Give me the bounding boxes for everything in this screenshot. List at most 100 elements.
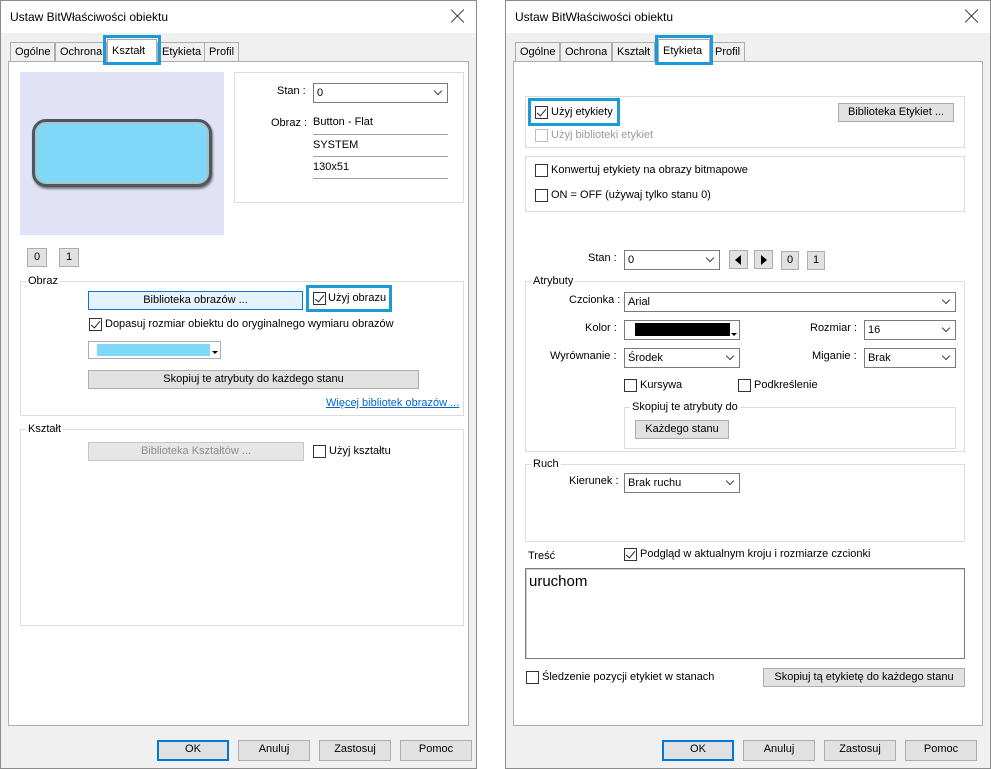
close-icon[interactable] [962, 6, 982, 26]
state-select[interactable]: 0 [624, 250, 720, 270]
color-swatch [97, 344, 210, 356]
state-0-button[interactable]: 0 [27, 248, 47, 267]
label-content-textarea[interactable]: uruchom [525, 568, 965, 659]
color-label: Kolor : [585, 322, 617, 334]
tab-general[interactable]: Ogólne [515, 42, 561, 61]
shape-library-button[interactable]: Biblioteka Kształtów ... [88, 442, 304, 461]
button-flat-preview [32, 119, 212, 187]
align-select[interactable]: Środek [624, 348, 740, 368]
size-label: Rozmiar : [810, 322, 858, 334]
divider [313, 156, 448, 157]
chevron-down-icon [941, 351, 951, 361]
divider [313, 178, 448, 179]
label-library-button[interactable]: Biblioteka Etykiet ... [838, 103, 954, 122]
ok-button[interactable]: OK [662, 740, 734, 761]
more-libraries-link[interactable]: Więcej bibliotek obrazów ... [326, 397, 459, 409]
ok-button[interactable]: OK [157, 740, 229, 761]
state-select[interactable]: 0 [313, 83, 448, 103]
right-dialog: Ustaw BitWłaściwości obiektu Ogólne Ochr… [505, 0, 991, 769]
previous-state-button[interactable] [729, 250, 748, 269]
image-library-button[interactable]: Biblioteka obrazów ... [88, 291, 303, 310]
use-label-text: Użyj etykiety [551, 106, 613, 118]
on-off-checkbox[interactable] [535, 189, 548, 202]
tab-label[interactable]: Etykieta [658, 39, 710, 62]
tab-general[interactable]: Ogólne [10, 42, 56, 61]
use-shape-checkbox[interactable] [313, 445, 326, 458]
image-info-box: Stan : 0 Obraz : Button - Flat SYSTEM 13… [234, 72, 464, 203]
left-titlebar: Ustaw BitWłaściwości obiektu [1, 1, 476, 33]
motion-group-title: Ruch [531, 458, 561, 470]
font-label: Czcionka : [569, 294, 621, 306]
underline-text: Podkreślenie [754, 379, 818, 391]
image-name: Button - Flat [313, 116, 373, 128]
obraz-label: Obraz : [271, 117, 308, 129]
italic-text: Kursywa [640, 379, 683, 391]
copy-attributes-title: Skopiuj te atrybuty do [630, 401, 740, 413]
use-label-checkbox[interactable] [535, 106, 548, 119]
tab-profile[interactable]: Profil [710, 42, 746, 61]
shape-group-title: Kształt [26, 423, 64, 435]
copy-label-button[interactable]: Skopiuj tą etykietę do każdego stanu [763, 668, 965, 687]
help-button[interactable]: Pomoc [905, 740, 977, 761]
left-dialog-title: Ustaw BitWłaściwości obiektu [10, 10, 169, 24]
arrow-left-icon [735, 255, 741, 265]
arrow-right-icon [761, 255, 767, 265]
blink-select-value: Brak [868, 352, 891, 364]
image-library-name: SYSTEM [313, 139, 359, 151]
use-label-library-checkbox[interactable] [535, 129, 548, 142]
apply-button[interactable]: Zastosuj [824, 740, 896, 761]
cancel-button[interactable]: Anuluj [238, 740, 310, 761]
state-0-button[interactable]: 0 [781, 251, 799, 270]
copy-attributes-button[interactable]: Skopiuj te atrybuty do każdego stanu [88, 370, 419, 389]
size-select[interactable]: 16 [864, 320, 956, 340]
blink-select[interactable]: Brak [864, 348, 956, 368]
size-select-value: 16 [868, 324, 881, 336]
chevron-down-icon [433, 86, 443, 96]
state-1-button[interactable]: 1 [807, 251, 825, 270]
left-tab-page: Stan : 0 Obraz : Button - Flat SYSTEM 13… [8, 61, 469, 726]
tab-protection[interactable]: Ochrona [55, 42, 108, 61]
help-button[interactable]: Pomoc [400, 740, 472, 761]
close-icon[interactable] [448, 6, 468, 26]
italic-checkbox[interactable] [624, 379, 637, 392]
convert-bitmap-checkbox[interactable] [535, 164, 548, 177]
direction-select-value: Brak ruchu [628, 477, 682, 489]
fit-size-checkbox[interactable] [89, 318, 102, 331]
on-off-text: ON = OFF (używaj tylko stanu 0) [551, 189, 711, 201]
tab-shape[interactable]: Kształt [612, 42, 656, 61]
next-state-button[interactable] [754, 250, 773, 269]
image-size: 130x51 [313, 161, 350, 173]
chevron-down-icon [725, 476, 735, 486]
tab-protection[interactable]: Ochrona [560, 42, 613, 61]
font-select[interactable]: Arial [624, 292, 956, 312]
align-label: Wyrównanie : [550, 350, 617, 362]
direction-select[interactable]: Brak ruchu [624, 473, 740, 493]
preview-font-checkbox[interactable] [624, 548, 637, 561]
apply-button[interactable]: Zastosuj [319, 740, 391, 761]
chevron-down-icon [725, 351, 735, 361]
state-1-button[interactable]: 1 [59, 248, 79, 267]
tab-label[interactable]: Etykieta [157, 42, 207, 61]
chevron-down-icon [941, 323, 951, 333]
font-color-select[interactable] [624, 320, 740, 340]
cancel-button[interactable]: Anuluj [743, 740, 815, 761]
tab-shape[interactable]: Kształt [107, 39, 157, 62]
color-swatch-select[interactable] [88, 341, 221, 359]
underline-checkbox[interactable] [738, 379, 751, 392]
chevron-down-icon [705, 253, 715, 263]
right-titlebar: Ustaw BitWłaściwości obiektu [506, 1, 990, 33]
tab-profile[interactable]: Profil [204, 42, 240, 61]
align-select-value: Środek [628, 352, 663, 364]
use-shape-label: Użyj kształtu [329, 445, 391, 457]
track-position-checkbox[interactable] [526, 671, 539, 684]
right-tab-page: Użyj etykiety Użyj biblioteki etykiet Bi… [513, 61, 983, 726]
right-dialog-title: Ustaw BitWłaściwości obiektu [515, 10, 674, 24]
use-image-checkbox[interactable] [313, 292, 326, 305]
chevron-down-icon [941, 295, 951, 305]
state-select-value: 0 [628, 254, 635, 266]
font-color-swatch [635, 323, 730, 336]
each-state-button[interactable]: Każdego stanu [635, 420, 729, 439]
image-preview [20, 72, 224, 235]
divider [313, 134, 448, 135]
content-label: Treść [528, 550, 556, 562]
